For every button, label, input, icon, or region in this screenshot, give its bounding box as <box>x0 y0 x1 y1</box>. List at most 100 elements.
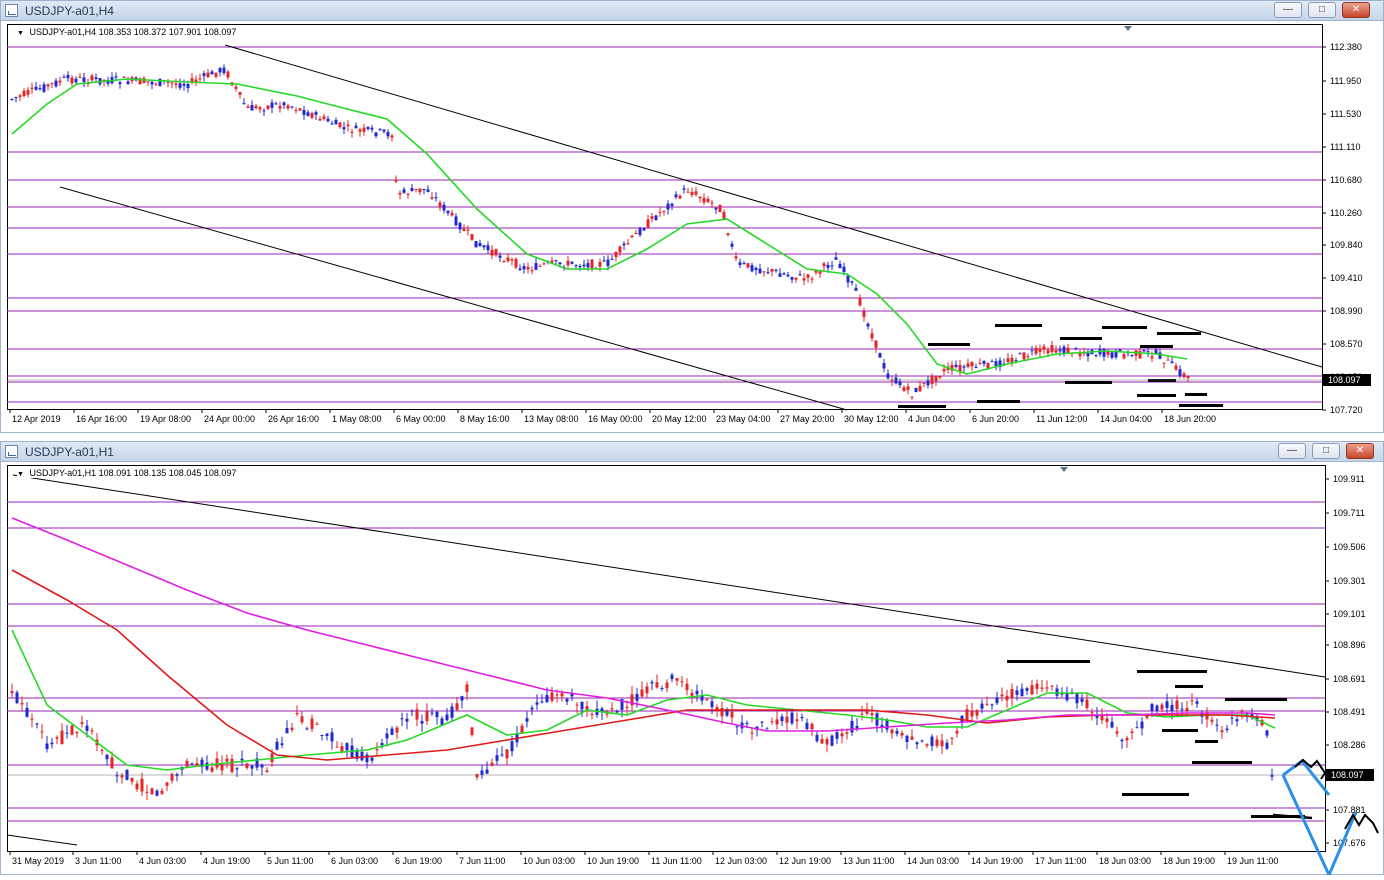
bearish-candle <box>1075 693 1079 704</box>
bearish-candle <box>458 222 462 230</box>
bearish-candle <box>915 742 919 745</box>
bullish-candle <box>1220 730 1224 733</box>
bullish-candle <box>185 760 189 767</box>
bullish-candle <box>245 763 249 768</box>
bearish-candle <box>280 743 284 746</box>
bearish-candle <box>115 775 119 777</box>
bullish-candle <box>775 719 779 725</box>
chart-window-icon <box>5 4 18 17</box>
bullish-candle <box>415 709 419 720</box>
bullish-candle <box>30 718 34 720</box>
bullish-candle <box>646 219 650 228</box>
bearish-candle <box>518 268 522 270</box>
bearish-candle <box>540 701 544 703</box>
bullish-candle <box>1005 695 1009 701</box>
bullish-candle <box>1166 359 1170 361</box>
bullish-candle <box>526 266 530 270</box>
close-button[interactable]: ✕ <box>1342 2 1370 18</box>
bearish-candle <box>422 188 426 190</box>
bullish-candle <box>825 739 829 745</box>
bearish-candle <box>742 263 746 265</box>
bullish-candle <box>30 87 34 89</box>
bearish-candle <box>786 274 790 277</box>
bearish-candle <box>1155 705 1159 711</box>
bullish-candle <box>900 732 904 736</box>
bullish-candle <box>450 212 454 216</box>
bearish-candle <box>62 76 66 78</box>
bearish-candle <box>766 272 770 274</box>
bearish-candle <box>474 241 478 248</box>
bullish-candle <box>940 740 944 747</box>
bearish-candle <box>485 769 489 774</box>
title-bar[interactable]: USDJPY-a01,H1 — □ ✕ <box>1 442 1383 462</box>
bullish-candle <box>1045 687 1049 689</box>
bullish-candle <box>1100 715 1104 721</box>
bullish-candle <box>194 79 198 82</box>
bullish-candle <box>110 757 114 769</box>
bearish-candle <box>830 265 834 267</box>
bullish-candle <box>55 737 59 739</box>
bullish-candle <box>286 105 290 109</box>
bearish-candle <box>435 711 439 718</box>
current-price-label: 108.097 <box>1328 375 1361 385</box>
info-high: 108.135 <box>133 468 167 478</box>
bullish-candle <box>310 113 314 118</box>
bearish-candle <box>982 360 986 364</box>
dropdown-arrow-icon[interactable]: ▼ <box>17 471 24 478</box>
bearish-candle <box>345 743 349 751</box>
bullish-candle <box>195 763 199 766</box>
bullish-candle <box>975 710 979 716</box>
title-bar[interactable]: USDJPY-a01,H4 — □ ✕ <box>1 1 1383 21</box>
bearish-candle <box>400 718 404 720</box>
bullish-candle <box>225 758 229 762</box>
bullish-candle <box>985 703 989 705</box>
bullish-candle <box>1182 373 1186 378</box>
bullish-candle <box>694 191 698 195</box>
price-chart-h1[interactable]: 109.911 109.711 109.506 109.301 109.101 108.8… <box>6 465 1379 879</box>
bullish-candle <box>890 380 894 382</box>
time-axis-label: 16 Apr 16:00 <box>76 414 127 424</box>
price-axis-label: 109.101 <box>1333 609 1366 619</box>
support-resistance-bar <box>1162 729 1198 732</box>
chart-area-h1[interactable]: 109.911 109.711 109.506 109.301 109.101 108.8… <box>6 465 1379 879</box>
bearish-candle <box>330 123 334 125</box>
close-button[interactable]: ✕ <box>1346 443 1374 459</box>
bearish-candle <box>66 74 70 79</box>
bearish-candle <box>530 707 534 710</box>
price-chart-h4[interactable]: 112.380 111.950 111.530 111.110 110.680 110.2… <box>7 24 1379 432</box>
bullish-candle <box>318 118 322 121</box>
bearish-candle <box>730 243 734 247</box>
bearish-candle <box>1215 724 1219 726</box>
bullish-candle <box>662 210 666 212</box>
bullish-candle <box>686 191 690 193</box>
chart-window-h4[interactable]: USDJPY-a01,H4 — □ ✕ 112.380 111.950 111.53… <box>0 0 1384 433</box>
time-axis-label: 12 Jun 03:00 <box>715 856 767 866</box>
support-resistance-bar <box>977 400 1020 403</box>
chart-window-h1[interactable]: USDJPY-a01,H1 — □ ✕ 109.911 109.711 109.50… <box>0 441 1384 879</box>
bearish-candle <box>838 263 842 269</box>
bearish-candle <box>334 119 338 125</box>
bullish-candle <box>910 396 914 398</box>
chart-area-h4[interactable]: 112.380 111.950 111.530 111.110 110.680 110.2… <box>7 24 1379 432</box>
bullish-candle <box>470 234 474 240</box>
maximize-button[interactable]: □ <box>1312 443 1340 459</box>
bearish-candle <box>945 742 949 749</box>
bearish-candle <box>445 714 449 721</box>
bearish-candle <box>765 728 769 730</box>
bullish-candle <box>190 78 194 82</box>
minimize-button[interactable]: — <box>1278 443 1306 459</box>
maximize-button[interactable]: □ <box>1308 2 1336 18</box>
bullish-candle <box>870 713 874 716</box>
bearish-candle <box>834 257 838 260</box>
time-axis-label: 4 Jun 03:00 <box>139 856 186 866</box>
bullish-candle <box>634 232 638 235</box>
bullish-candle <box>322 116 326 120</box>
bullish-candle <box>1030 685 1034 695</box>
bullish-candle <box>722 212 726 219</box>
bearish-candle <box>302 109 306 115</box>
bearish-candle <box>410 710 414 712</box>
minimize-button[interactable]: — <box>1274 2 1302 18</box>
bearish-candle <box>222 67 226 74</box>
bearish-candle <box>558 262 562 265</box>
dropdown-arrow-icon[interactable]: ▼ <box>17 30 24 37</box>
